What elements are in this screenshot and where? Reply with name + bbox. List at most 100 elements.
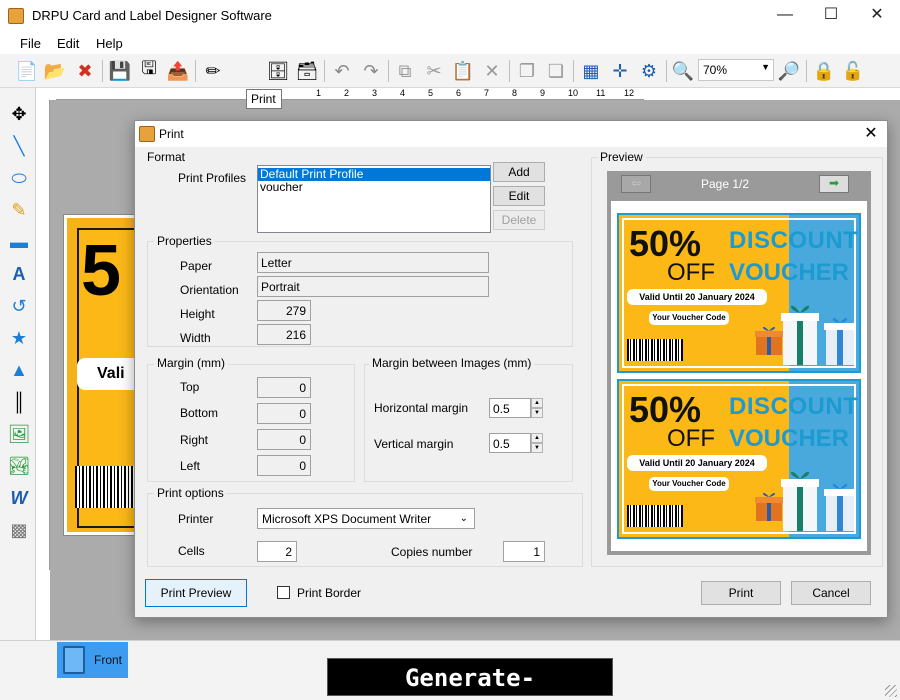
lock-icon[interactable]: 🔒 (811, 58, 837, 84)
redo-icon[interactable]: ↷ (358, 58, 384, 84)
resize-grip-icon[interactable] (885, 685, 897, 697)
zoom-combo[interactable]: 70% ▼ (698, 59, 774, 81)
barcode-tool-icon[interactable]: ║ (7, 390, 31, 414)
next-page-icon[interactable]: ➡ (819, 175, 849, 193)
close-button[interactable]: ✕ (854, 0, 900, 32)
select-tool-icon[interactable]: ✥ (7, 102, 31, 126)
gift-icon (824, 318, 856, 365)
add-profile-button[interactable]: Add (493, 162, 545, 182)
maximize-button[interactable]: ☐ (808, 0, 854, 32)
save-as-icon[interactable]: 🖫 (136, 58, 162, 84)
text-tool-icon[interactable]: A (7, 262, 31, 286)
spin-up-icon[interactable]: ▲ (531, 433, 543, 443)
vertical-margin-field[interactable]: 0.5 (489, 433, 531, 453)
print-button[interactable]: Print (701, 581, 781, 605)
image-library-tool-icon[interactable]: 🏞 (7, 454, 31, 478)
arc-tool-icon[interactable]: ↺ (7, 294, 31, 318)
unlock-icon[interactable]: 🔓 (840, 58, 866, 84)
star-tool-icon[interactable]: ★ (7, 326, 31, 350)
width-field[interactable]: 216 (257, 324, 311, 345)
zoom-in-icon[interactable]: 🔍 (670, 58, 696, 84)
grid-icon[interactable]: ▦ (578, 58, 604, 84)
menu-file[interactable]: File (20, 36, 41, 51)
wordart-tool-icon[interactable]: W (7, 486, 31, 510)
ellipse-tool-icon[interactable]: ⬭ (7, 166, 31, 190)
settings-icon[interactable]: ⚙ (636, 58, 662, 84)
vertical-margin-spinner[interactable]: ▲ ▼ (531, 433, 543, 453)
printer-select[interactable]: Microsoft XPS Document Writer ⌄ (257, 508, 475, 529)
horizontal-margin-spinner[interactable]: ▲ ▼ (531, 398, 543, 418)
save-icon[interactable]: 💾 (107, 58, 133, 84)
delete-profile-button[interactable]: Delete (493, 210, 545, 230)
horizontal-margin-field[interactable]: 0.5 (489, 398, 531, 418)
spin-down-icon[interactable]: ▼ (531, 443, 543, 453)
height-field[interactable]: 279 (257, 300, 311, 321)
open-icon[interactable]: 📂 (42, 58, 68, 84)
print-border-label[interactable]: Print Border (297, 586, 361, 600)
front-tab[interactable]: Front (57, 642, 128, 678)
cancel-button[interactable]: Cancel (791, 581, 871, 605)
spin-down-icon[interactable]: ▼ (531, 408, 543, 418)
print-profiles-list[interactable]: Default Print Profile voucher (257, 165, 491, 233)
zoom-out-icon[interactable]: 🔎 (776, 58, 802, 84)
margin-group (147, 364, 355, 482)
vertical-margin-label: Vertical margin (374, 437, 454, 451)
margin-right-field[interactable]: 0 (257, 429, 311, 450)
voucher-off: OFF (667, 425, 715, 452)
bring-front-icon[interactable]: ❐ (514, 58, 540, 84)
background-tool-icon[interactable]: ▩ (7, 518, 31, 542)
delete-icon[interactable]: ✕ (479, 58, 505, 84)
edit-icon[interactable]: ✏ (200, 58, 226, 84)
card-design[interactable]: 5 Vali (63, 214, 145, 536)
orientation-field[interactable]: Portrait (257, 276, 489, 297)
title-bar: DRPU Card and Label Designer Software — … (0, 0, 900, 32)
spin-up-icon[interactable]: ▲ (531, 398, 543, 408)
ruler-horizontal: 1 2 3 4 5 6 7 8 9 10 11 12 (56, 88, 644, 100)
preview-page: 50% OFF DISCOUNT VOUCHER Valid Until 20 … (611, 201, 867, 551)
copies-field[interactable]: 1 (503, 541, 545, 562)
close-file-icon[interactable]: ✖ (72, 58, 98, 84)
undo-icon[interactable]: ↶ (329, 58, 355, 84)
list-item[interactable]: voucher (258, 181, 490, 194)
menu-help[interactable]: Help (96, 36, 123, 51)
prev-page-icon[interactable]: ⇦ (621, 175, 651, 193)
print-profiles-label: Print Profiles (178, 171, 247, 185)
horizontal-margin-label: Horizontal margin (374, 401, 469, 415)
menu-edit[interactable]: Edit (57, 36, 79, 51)
ruler-tick-label: 6 (456, 88, 462, 98)
card-big-text: 5 (81, 231, 122, 311)
cells-field[interactable]: 2 (257, 541, 297, 562)
margin-bottom-field[interactable]: 0 (257, 403, 311, 424)
printer-label: Printer (178, 512, 214, 526)
export-icon[interactable]: 📤 (165, 58, 191, 84)
print-preview-button[interactable]: Print Preview (145, 579, 247, 607)
database-icon[interactable]: 🗃 (294, 58, 320, 84)
paper-field[interactable]: Letter (257, 252, 489, 273)
edit-profile-button[interactable]: Edit (493, 186, 545, 206)
toolbar-separator (195, 60, 196, 82)
toolbar-separator (806, 60, 807, 82)
pencil-tool-icon[interactable]: ✎ (7, 198, 31, 222)
image-tool-icon[interactable]: 🖼 (7, 422, 31, 446)
page-indicator: Page 1/2 (701, 177, 750, 191)
new-icon[interactable]: 📄 (14, 58, 40, 84)
paste-icon[interactable]: 📋 (450, 58, 476, 84)
margin-top-field[interactable]: 0 (257, 377, 311, 398)
rectangle-tool-icon[interactable]: ▬ (7, 230, 31, 254)
cut-icon[interactable]: ✂ (421, 58, 447, 84)
voucher-discount: DISCOUNT (729, 393, 859, 420)
print-tooltip: Print (246, 89, 282, 109)
gift-icon (781, 305, 819, 365)
triangle-tool-icon[interactable]: ▲ (7, 358, 31, 382)
copy-icon[interactable]: ⧉ (392, 58, 418, 84)
minimize-button[interactable]: — (762, 0, 808, 32)
print-border-checkbox[interactable] (277, 586, 290, 599)
margin-group-label: Margin (mm) (154, 356, 228, 370)
database-add-icon[interactable]: 🗄 (265, 58, 291, 84)
margin-left-field[interactable]: 0 (257, 455, 311, 476)
center-icon[interactable]: ✛ (607, 58, 633, 84)
line-tool-icon[interactable]: ╲ (7, 134, 31, 158)
ruler-tick-label: 5 (428, 88, 434, 98)
dialog-close-icon[interactable]: ✕ (861, 123, 881, 143)
send-back-icon[interactable]: ❏ (543, 58, 569, 84)
